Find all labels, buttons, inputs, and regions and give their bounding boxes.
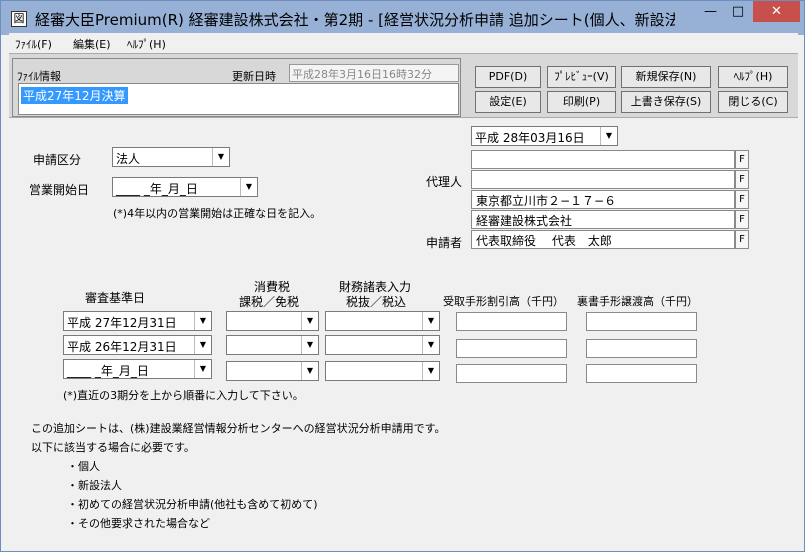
chevron-down-icon: ▼ <box>301 336 318 354</box>
furigana-button[interactable]: F <box>735 190 749 209</box>
furigana-button[interactable]: F <box>735 150 749 169</box>
tax-select[interactable]: ▼ <box>226 361 319 381</box>
minimize-button[interactable]: — <box>697 1 724 22</box>
start-date-label: 営業開始日 <box>29 183 90 197</box>
form-area: 平成 28年03月16日 ▼ 申請区分 法人 ▼ 営業開始日 ____ _年_月… <box>9 119 798 545</box>
menu-edit[interactable]: 編集(E) <box>73 36 111 52</box>
agent-address-field[interactable]: 東京都立川市２−１７−６ <box>471 190 735 209</box>
menu-bar: ﾌｧｲﾙ(F) 編集(E) ﾍﾙﾌﾟ(H) <box>9 33 798 53</box>
finance-select[interactable]: ▼ <box>325 361 440 381</box>
file-name-field[interactable]: 平成27年12月決算 <box>18 83 459 115</box>
agent-field-2[interactable] <box>471 170 735 189</box>
header-base-date: 審査基準日 <box>85 291 146 305</box>
chevron-down-icon: ▼ <box>301 312 318 330</box>
description-line-1: この追加シートは、(株)建設業経営情報分析センターへの経営状況分析申請用です。 <box>31 422 446 435</box>
discount-input[interactable] <box>456 312 567 331</box>
menu-file[interactable]: ﾌｧｲﾙ(F) <box>15 36 52 52</box>
discount-input[interactable] <box>456 364 567 383</box>
save-new-button[interactable]: 新規保存(N) <box>621 66 711 88</box>
help-button[interactable]: ﾍﾙﾌﾟ(H) <box>718 66 788 88</box>
chevron-down-icon: ▼ <box>194 360 211 378</box>
chevron-down-icon: ▼ <box>194 312 211 330</box>
description-item: ・新設法人 <box>67 479 122 492</box>
tax-select[interactable]: ▼ <box>226 311 319 331</box>
chevron-down-icon: ▼ <box>422 312 439 330</box>
endorse-input[interactable] <box>586 339 697 358</box>
chevron-down-icon: ▼ <box>600 127 617 145</box>
title-bar: 図 経審大臣Premium(R) 経審建設株式会社・第2期 - [経営状況分析申… <box>1 1 804 35</box>
description-item: ・その他要求された場合など <box>67 517 210 530</box>
shinsei-label: 申請区分 <box>33 153 82 167</box>
furigana-button[interactable]: F <box>735 210 749 229</box>
settings-button[interactable]: 設定(E) <box>475 91 541 113</box>
overwrite-save-button[interactable]: 上書き保存(S) <box>621 91 711 113</box>
menu-help[interactable]: ﾍﾙﾌﾟ(H) <box>127 36 166 52</box>
finance-select[interactable]: ▼ <box>325 311 440 331</box>
print-button[interactable]: 印刷(P) <box>547 91 616 113</box>
start-date-select[interactable]: ____ _年_月_日 ▼ <box>112 177 258 197</box>
start-date-note: (*)4年以内の営業開始は正確な日を記入。 <box>113 207 322 220</box>
preview-button[interactable]: ﾌﾟﾚﾋﾞｭｰ(V) <box>547 66 616 88</box>
endorse-input[interactable] <box>586 364 697 383</box>
furigana-button[interactable]: F <box>735 230 749 249</box>
header-endorse: 裏書手形譲渡高（千円） <box>577 295 698 308</box>
agent-field-1[interactable] <box>471 150 735 169</box>
agent-label: 代理人 <box>426 175 463 189</box>
chevron-down-icon: ▼ <box>240 178 257 196</box>
table-note: (*)直近の3期分を上から順番に入力して下さい。 <box>63 389 304 402</box>
updated-value: 平成28年3月16日16時32分 <box>289 64 459 82</box>
chevron-down-icon: ▼ <box>422 362 439 380</box>
app-icon[interactable]: 図 <box>11 11 27 27</box>
applicant-label: 申請者 <box>426 236 463 250</box>
file-name-text: 平成27年12月決算 <box>21 87 128 104</box>
description-item: ・初めての経営状況分析申請(他社も含めて初めて) <box>67 498 318 511</box>
furigana-button[interactable]: F <box>735 170 749 189</box>
header-tax-2: 課税／免税 <box>239 295 300 309</box>
description-line-2: 以下に該当する場合に必要です。 <box>31 441 195 454</box>
base-date-select[interactable]: 平成 26年12月31日 ▼ <box>63 335 212 355</box>
applicant-field[interactable]: 代表取締役 代表 太郎 <box>471 230 735 249</box>
toolbar: ﾌｧｲﾙ情報 更新日時 平成28年3月16日16時32分 平成27年12月決算 … <box>9 53 798 118</box>
application-date-select[interactable]: 平成 28年03月16日 ▼ <box>471 126 618 146</box>
pdf-button[interactable]: PDF(D) <box>475 66 541 88</box>
finance-select[interactable]: ▼ <box>325 335 440 355</box>
endorse-input[interactable] <box>586 312 697 331</box>
updated-label: 更新日時 <box>232 70 276 83</box>
chevron-down-icon: ▼ <box>194 336 211 354</box>
header-finance-2: 税抜／税込 <box>346 295 407 309</box>
file-info-panel: ﾌｧｲﾙ情報 更新日時 平成28年3月16日16時32分 平成27年12月決算 <box>12 58 461 117</box>
maximize-button[interactable]: □ <box>725 1 751 22</box>
close-button[interactable]: 閉じる(C) <box>718 91 788 113</box>
discount-input[interactable] <box>456 339 567 358</box>
tax-select[interactable]: ▼ <box>226 335 319 355</box>
agent-company-field[interactable]: 経審建設株式会社 <box>471 210 735 229</box>
chevron-down-icon: ▼ <box>422 336 439 354</box>
shinsei-select[interactable]: 法人 ▼ <box>112 147 230 167</box>
header-discount: 受取手形割引高（千円） <box>443 295 564 308</box>
window-title: 経審大臣Premium(R) 経審建設株式会社・第2期 - [経営状況分析申請 … <box>35 11 675 29</box>
file-info-label: ﾌｧｲﾙ情報 <box>17 70 61 83</box>
chevron-down-icon: ▼ <box>301 362 318 380</box>
app-window: 図 経審大臣Premium(R) 経審建設株式会社・第2期 - [経営状況分析申… <box>0 0 805 552</box>
chevron-down-icon: ▼ <box>212 148 229 166</box>
description-item: ・個人 <box>67 460 100 473</box>
close-window-button[interactable]: ✕ <box>753 1 800 22</box>
base-date-select[interactable]: 平成 27年12月31日 ▼ <box>63 311 212 331</box>
base-date-select[interactable]: ____ _年_月_日 ▼ <box>63 359 212 379</box>
